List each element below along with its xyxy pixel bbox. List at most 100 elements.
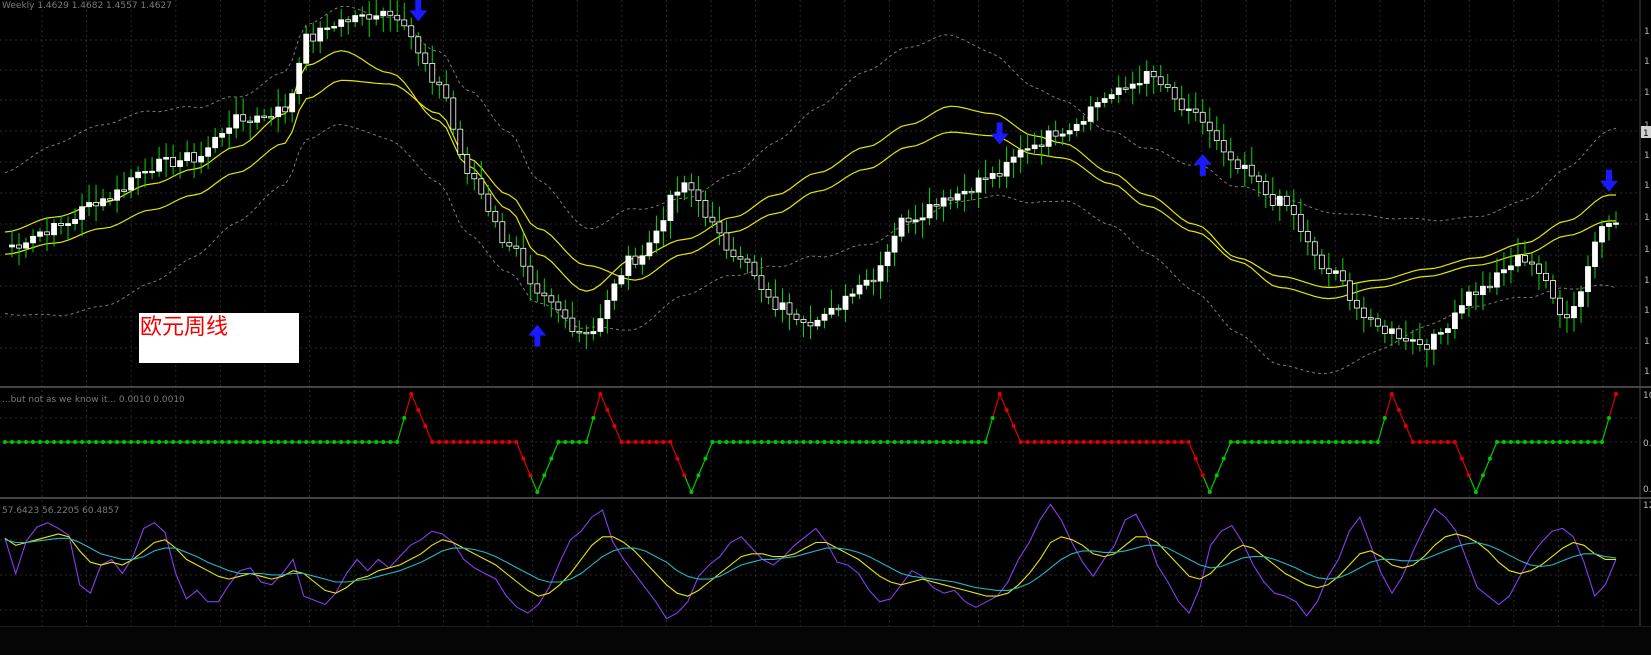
- signal-dot: [1382, 416, 1387, 420]
- price-tick-label: 1: [1644, 245, 1650, 255]
- signal-dot: [59, 440, 64, 444]
- candle-body: [940, 197, 947, 207]
- signal-dot: [1053, 440, 1058, 444]
- candle-body: [590, 331, 597, 335]
- signal-dot: [1375, 440, 1380, 444]
- signal-dot: [815, 440, 820, 444]
- signal-dot: [570, 440, 575, 444]
- candle-body: [898, 217, 905, 237]
- candle-body: [1024, 148, 1031, 151]
- candle-body: [345, 19, 352, 23]
- price-tick-label: 1: [1644, 213, 1650, 223]
- signal-dot: [129, 440, 134, 444]
- signal-dot: [1347, 440, 1352, 444]
- signal-dot: [1487, 456, 1492, 461]
- candle-body: [646, 242, 653, 257]
- signal-dot: [87, 440, 92, 444]
- candle-body: [1550, 280, 1556, 299]
- signal-dot: [143, 440, 148, 444]
- candle-body: [625, 255, 632, 276]
- candle-body: [562, 309, 569, 319]
- signal-dot: [927, 440, 932, 444]
- candle-body: [184, 152, 191, 162]
- signal-dot: [73, 440, 78, 444]
- candle-body: [1199, 111, 1206, 123]
- signal-dot: [178, 440, 183, 444]
- candle-body: [1459, 305, 1465, 314]
- candle-body: [1409, 339, 1416, 342]
- candle-body: [800, 318, 807, 323]
- candle-body: [597, 318, 604, 332]
- signal-dot: [395, 440, 400, 444]
- candle-body: [660, 220, 667, 232]
- oscillator-panel-info: 57.6423 56.2205 60.4857: [2, 506, 119, 516]
- signal-dot: [1592, 440, 1597, 444]
- candle-body: [779, 302, 786, 310]
- signal-dot: [297, 440, 302, 444]
- signal-dot: [1109, 440, 1114, 444]
- candle-body: [1248, 164, 1255, 177]
- signal-dot: [899, 440, 904, 444]
- candle-body: [408, 25, 415, 38]
- signal-dot: [17, 440, 22, 444]
- candle-body: [429, 63, 436, 83]
- signal-dot: [556, 440, 561, 444]
- candle-body: [506, 242, 513, 247]
- candle-body: [1480, 285, 1486, 296]
- candle-body: [1473, 291, 1479, 296]
- candle-body: [79, 206, 85, 220]
- candle-body: [1360, 307, 1367, 319]
- candle-body: [716, 221, 723, 234]
- candle-body: [1080, 120, 1087, 125]
- candle-body: [233, 114, 240, 129]
- candle-body: [240, 114, 247, 122]
- candle-body: [247, 120, 254, 123]
- signal-dot: [920, 440, 925, 444]
- signal-dot: [1291, 440, 1296, 444]
- signal-dot: [409, 392, 414, 396]
- signal-dot: [304, 440, 309, 444]
- candle-body: [828, 307, 835, 315]
- signal-dot: [1445, 440, 1450, 444]
- candle-body: [499, 221, 506, 244]
- candle-body: [1269, 194, 1276, 206]
- signal-dot: [1039, 440, 1044, 444]
- candle-body: [891, 235, 898, 253]
- candle-body: [366, 14, 373, 20]
- candle-body: [1031, 144, 1038, 150]
- signal-dot: [108, 440, 113, 444]
- candle-body: [835, 307, 842, 311]
- signal-dot: [633, 440, 638, 444]
- signal-dot: [1011, 424, 1016, 428]
- candle-body: [1150, 71, 1157, 78]
- signal-dot: [997, 392, 1002, 396]
- signal-dot: [1417, 440, 1422, 444]
- candle-body: [464, 154, 471, 174]
- candle-body: [1115, 87, 1122, 95]
- signal-dot: [1522, 440, 1527, 444]
- signal-dot: [1270, 440, 1275, 444]
- candle-body: [1171, 86, 1178, 100]
- candle-body: [919, 217, 926, 221]
- candle-body: [191, 152, 198, 163]
- chart-scroll-strip[interactable]: [0, 626, 1651, 655]
- candle-body: [1122, 87, 1129, 90]
- signal-dot: [10, 440, 15, 444]
- candle-body: [226, 127, 233, 134]
- candle-body: [492, 210, 499, 223]
- candle-body: [51, 222, 57, 236]
- candle-body: [65, 223, 71, 226]
- signal-dot: [738, 440, 743, 444]
- signal-dot: [1312, 440, 1317, 444]
- signal-dot: [1508, 440, 1513, 444]
- trading-chart-window[interactable]: 1111111111111100.0.120 Weekly 1.4629 1.4…: [0, 0, 1651, 655]
- price-tick-label: 1: [1644, 306, 1650, 316]
- chart-annotation-box[interactable]: 欧元周线: [139, 313, 299, 363]
- candle-body: [1367, 317, 1374, 320]
- candle-body: [261, 115, 268, 118]
- candle-body: [975, 177, 982, 193]
- signal-dot: [626, 440, 631, 444]
- signal-dot: [745, 440, 750, 444]
- candle-body: [1262, 181, 1269, 195]
- signal-dot: [577, 440, 582, 444]
